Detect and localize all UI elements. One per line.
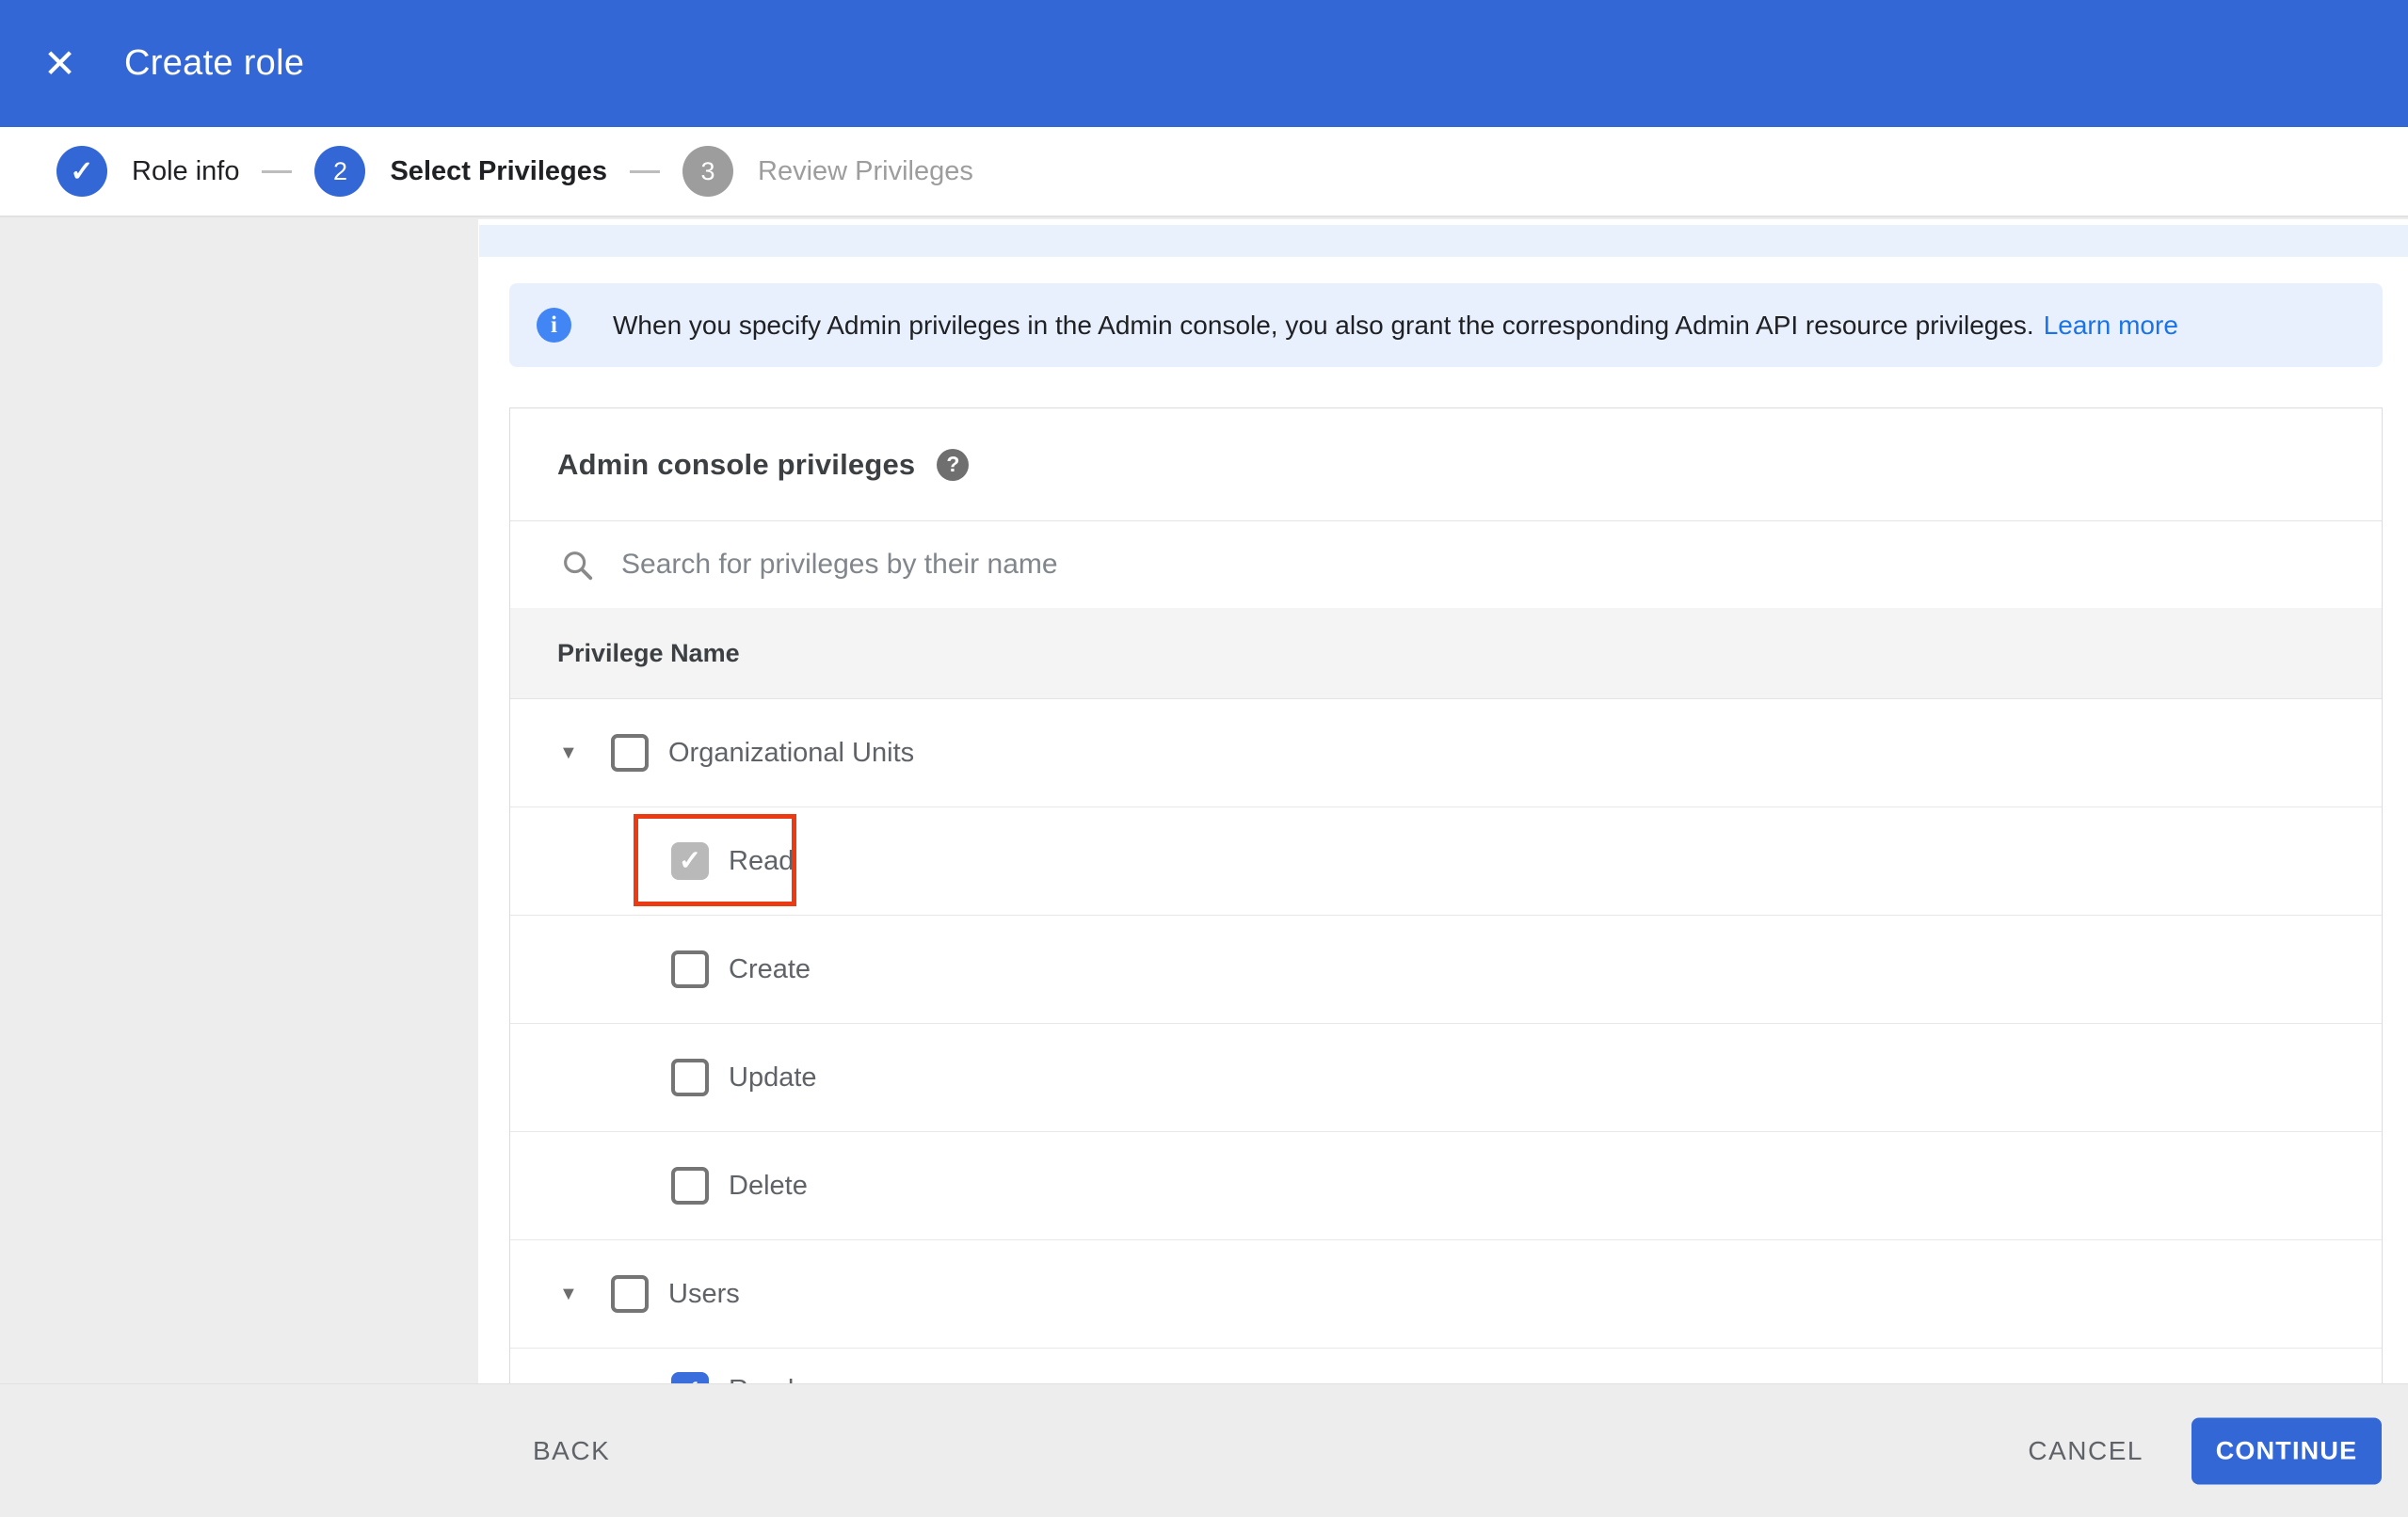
- privilege-label: Organizational Units: [668, 737, 915, 768]
- privilege-search-row: [510, 520, 2382, 608]
- search-input[interactable]: [619, 548, 2129, 582]
- step-label: Select Privileges: [390, 155, 607, 186]
- help-icon[interactable]: ?: [937, 448, 970, 481]
- checkbox[interactable]: [671, 950, 709, 988]
- column-header-label: Privilege Name: [557, 638, 740, 667]
- step-select-privileges[interactable]: 2 Select Privileges: [314, 146, 607, 197]
- table-row: ▼ Users: [510, 1240, 2382, 1349]
- scrolled-tab-strip: [479, 225, 2408, 257]
- step-number-circle: 2: [314, 146, 366, 197]
- app-header: ✕ Create role: [0, 0, 2408, 127]
- table-row: ✓ Read: [510, 1349, 2382, 1383]
- step-label: Review Privileges: [758, 155, 973, 186]
- card-header: Admin console privileges ?: [510, 408, 2382, 520]
- search-icon: [564, 551, 593, 581]
- privilege-label: Update: [729, 1062, 817, 1093]
- checkbox[interactable]: ✓: [671, 842, 709, 880]
- privilege-label: Read: [729, 1375, 794, 1383]
- checkbox[interactable]: [671, 1167, 709, 1205]
- checkbox[interactable]: [611, 1275, 649, 1313]
- back-button[interactable]: BACK: [533, 1436, 610, 1466]
- learn-more-link[interactable]: Learn more: [2044, 311, 2178, 341]
- info-banner: i When you specify Admin privileges in t…: [509, 283, 2383, 367]
- collapse-arrow-icon[interactable]: ▼: [559, 743, 578, 762]
- checkbox[interactable]: ✓: [671, 1372, 709, 1383]
- info-icon: i: [537, 308, 571, 343]
- table-row: Update: [510, 1024, 2382, 1132]
- table-row: Delete: [510, 1132, 2382, 1240]
- close-icon[interactable]: ✕: [43, 43, 92, 84]
- table-header-row: Privilege Name: [510, 608, 2382, 699]
- page-title: Create role: [124, 43, 305, 83]
- privilege-label: Users: [668, 1278, 740, 1309]
- step-review-privileges[interactable]: 3 Review Privileges: [682, 146, 973, 197]
- collapse-arrow-icon[interactable]: ▼: [559, 1285, 578, 1303]
- checkbox[interactable]: [671, 1059, 709, 1096]
- continue-button[interactable]: CONTINUE: [2191, 1417, 2382, 1484]
- stepper: ✓ Role info 2 Select Privileges 3 Review…: [0, 127, 2408, 217]
- main-content: i When you specify Admin privileges in t…: [478, 219, 2408, 1383]
- step-connector: [262, 169, 293, 173]
- privilege-rows: ▼ Organizational Units ✓ Read Create Update De…: [510, 699, 2382, 1383]
- cancel-button[interactable]: CANCEL: [2028, 1436, 2143, 1466]
- privilege-label: Delete: [729, 1170, 808, 1201]
- step-connector: [630, 169, 660, 173]
- step-complete-circle: ✓: [56, 146, 107, 197]
- step-number-circle: 3: [682, 146, 733, 197]
- card-title: Admin console privileges: [557, 447, 916, 481]
- check-icon: ✓: [70, 155, 94, 187]
- step-role-info[interactable]: ✓ Role info: [56, 146, 239, 197]
- banner-text: When you specify Admin privileges in the…: [613, 310, 2034, 340]
- table-row: ✓ Read: [510, 807, 2382, 916]
- table-row: Create: [510, 916, 2382, 1024]
- privilege-label: Read: [729, 845, 795, 876]
- step-label: Role info: [132, 155, 240, 186]
- checkbox[interactable]: [611, 734, 649, 772]
- footer-bar: BACK CANCEL CONTINUE: [0, 1383, 2408, 1517]
- admin-privileges-card: Admin console privileges ? Privilege Nam…: [509, 407, 2383, 1383]
- table-row: ▼ Organizational Units: [510, 699, 2382, 807]
- privilege-label: Create: [729, 953, 811, 984]
